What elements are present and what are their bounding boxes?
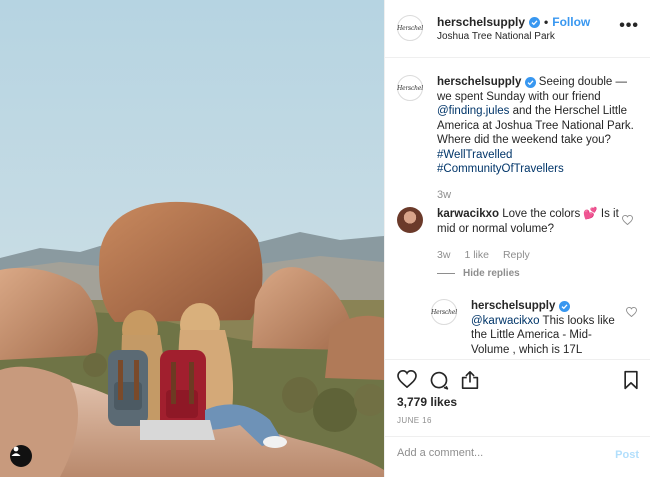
commenter-avatar[interactable] [397,207,423,233]
comment-likes[interactable]: 1 like [464,249,489,261]
comment-age[interactable]: 3w [437,249,450,261]
caption-avatar[interactable]: Herschel [397,75,423,101]
location-link[interactable]: Joshua Tree National Park [437,31,555,42]
comment-username[interactable]: karwacikxo [437,208,499,220]
like-heart-icon[interactable] [397,370,417,388]
post-photo[interactable] [0,0,384,477]
hashtag-link[interactable]: #CommunityOfTravellers [437,163,564,175]
like-comment-heart-icon[interactable] [622,215,633,225]
comment-text: karwacikxo Love the colors 💕 Is it mid o… [437,207,637,236]
reply-mention-link[interactable]: @karwacikxo [471,315,540,327]
comments-list: Herschel herschelsupply Seeing double — … [385,59,650,359]
hide-replies-label: Hide replies [463,268,520,279]
caption-username[interactable]: herschelsupply [437,76,521,88]
user-tags-button[interactable] [10,445,32,467]
desert-photo-illustration [0,0,384,477]
reply-username[interactable]: herschelsupply [471,300,555,312]
more-options-icon[interactable]: ••• [619,18,639,34]
header-username[interactable]: herschelsupply [437,15,525,29]
likes-count[interactable]: 3,779 likes [397,395,457,409]
mention-link[interactable]: @finding.jules [437,105,509,117]
herschel-logo: Herschel [431,308,457,316]
comment-input[interactable] [397,447,597,459]
follow-button[interactable]: Follow [552,15,590,29]
account-avatar[interactable]: Herschel [397,15,423,41]
caption-text: herschelsupply Seeing double — we spent … [437,75,637,177]
instagram-post: Herschel herschelsupply • Follow Joshua … [0,0,650,477]
hide-replies-button[interactable]: Hide replies [437,268,520,279]
post-sidebar: Herschel herschelsupply • Follow Joshua … [384,0,650,477]
comment-bubble-icon[interactable] [429,370,449,390]
caption-meta: 3w [437,189,451,201]
header-user-row: herschelsupply • Follow [437,15,590,29]
post-comment-button[interactable]: Post [615,449,639,461]
hashtag-link[interactable]: #WellTravelled [437,149,512,161]
post-header: Herschel herschelsupply • Follow Joshua … [385,0,650,58]
herschel-logo: Herschel [397,24,423,32]
verified-badge-icon [524,77,536,88]
share-icon[interactable] [461,370,479,390]
comment-meta: 3w 1 like Reply [437,249,530,261]
post-actions: 3,779 likes June 16 Post [385,359,650,477]
verified-badge-icon [529,16,541,28]
save-bookmark-icon[interactable] [623,370,639,390]
like-reply-heart-icon[interactable] [626,307,637,317]
reply-avatar[interactable]: Herschel [431,299,457,325]
verified-badge-icon [558,301,570,312]
separator-dot: • [544,15,549,29]
replies-line [437,273,455,274]
post-date[interactable]: June 16 [397,416,432,425]
herschel-logo: Herschel [397,84,423,92]
reply-text: herschelsupply @karwacikxo This looks li… [471,299,621,357]
reply-button[interactable]: Reply [503,249,530,261]
caption-age[interactable]: 3w [437,189,451,201]
add-comment-bar: Post [385,436,650,477]
user-icon [11,446,21,456]
